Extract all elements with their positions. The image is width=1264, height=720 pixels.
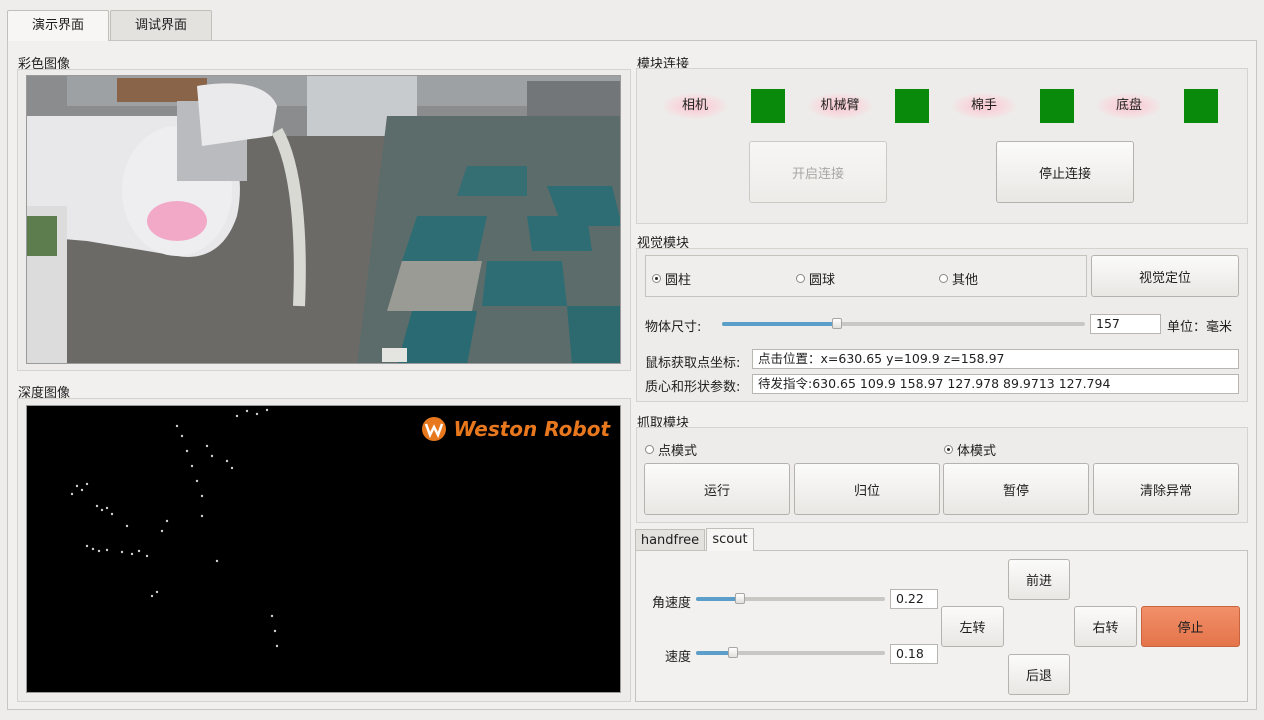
speed-label: 速度	[665, 650, 692, 665]
arm-status-indicator	[895, 89, 929, 123]
angular-speed-slider-fill	[696, 597, 738, 601]
radio-cylinder[interactable]: 圆柱	[652, 269, 691, 288]
radio-cylinder-label: 圆柱	[665, 273, 692, 288]
hand-status-indicator	[1040, 89, 1074, 123]
color-camera-image	[27, 76, 620, 363]
radio-point-mode-dot	[645, 445, 654, 454]
radio-body-mode[interactable]: 体模式	[944, 440, 996, 459]
color-camera-view[interactable]	[26, 75, 621, 364]
weston-logo-text: Weston Robot	[453, 417, 610, 441]
device-label-hand: 棉手	[952, 93, 1016, 119]
radio-sphere[interactable]: 圆球	[796, 269, 835, 288]
object-size-input[interactable]: 157	[1090, 314, 1161, 334]
centroid-label: 质心和形状参数:	[645, 380, 741, 395]
weston-logo-icon	[422, 417, 447, 441]
angular-speed-slider-handle[interactable]	[735, 593, 745, 604]
depth-camera-view[interactable]: Weston Robot	[26, 405, 621, 693]
device-label-chassis: 底盘	[1097, 93, 1161, 119]
radio-body-mode-label: 体模式	[957, 444, 997, 459]
object-size-slider[interactable]	[722, 318, 1085, 329]
speed-slider-handle[interactable]	[728, 647, 738, 658]
vision-locate-button[interactable]: 视觉定位	[1091, 255, 1239, 297]
speed-slider-fill	[696, 651, 732, 655]
centroid-field[interactable]: 待发指令:630.65 109.9 158.97 127.978 89.9713…	[752, 374, 1239, 394]
stop-connection-button[interactable]: 停止连接	[996, 141, 1134, 203]
object-size-slider-handle[interactable]	[832, 318, 842, 329]
radio-point-mode[interactable]: 点模式	[645, 440, 697, 459]
unit-label: 单位：毫米	[1167, 320, 1233, 335]
angular-speed-input[interactable]: 0.22	[890, 589, 938, 609]
radio-sphere-dot	[796, 274, 805, 283]
turn-right-button[interactable]: 右转	[1074, 606, 1137, 647]
radio-cylinder-dot	[652, 274, 661, 283]
tab-scout[interactable]: scout	[706, 528, 754, 551]
radio-body-mode-dot	[944, 445, 953, 454]
pause-button[interactable]: 暂停	[943, 463, 1089, 515]
radio-point-mode-label: 点模式	[658, 444, 698, 459]
radio-other[interactable]: 其他	[939, 269, 978, 288]
depth-points	[70, 408, 279, 648]
speed-slider[interactable]	[696, 647, 885, 658]
tab-handfree[interactable]: handfree	[635, 529, 705, 551]
angular-speed-label: 角速度	[652, 596, 692, 611]
turn-left-button[interactable]: 左转	[941, 606, 1004, 647]
module-conn-group	[636, 68, 1248, 224]
radio-other-label: 其他	[952, 273, 979, 288]
radio-sphere-label: 圆球	[809, 273, 836, 288]
shape-radio-group	[645, 255, 1087, 297]
mouse-coord-label: 鼠标获取点坐标:	[645, 356, 741, 371]
home-button[interactable]: 归位	[794, 463, 940, 515]
weston-robot-logo: Weston Robot	[421, 416, 610, 442]
object-size-slider-fill	[722, 322, 837, 326]
open-connection-button[interactable]: 开启连接	[749, 141, 887, 203]
chassis-status-indicator	[1184, 89, 1218, 123]
chassis-stop-button[interactable]: 停止	[1141, 606, 1240, 647]
tab-demo[interactable]: 演示界面	[7, 10, 109, 41]
device-label-arm: 机械臂	[808, 93, 872, 119]
speed-input[interactable]: 0.18	[890, 644, 938, 664]
device-label-camera: 相机	[663, 93, 727, 119]
clear-error-button[interactable]: 清除异常	[1093, 463, 1239, 515]
backward-button[interactable]: 后退	[1008, 654, 1070, 695]
forward-button[interactable]: 前进	[1008, 559, 1070, 600]
camera-status-indicator	[751, 89, 785, 123]
radio-other-dot	[939, 274, 948, 283]
angular-speed-slider[interactable]	[696, 593, 885, 604]
object-size-label: 物体尺寸:	[645, 320, 702, 335]
run-button[interactable]: 运行	[644, 463, 790, 515]
mouse-coord-field[interactable]: 点击位置：x=630.65 y=109.9 z=158.97	[752, 349, 1239, 369]
tab-debug[interactable]: 调试界面	[110, 10, 212, 40]
